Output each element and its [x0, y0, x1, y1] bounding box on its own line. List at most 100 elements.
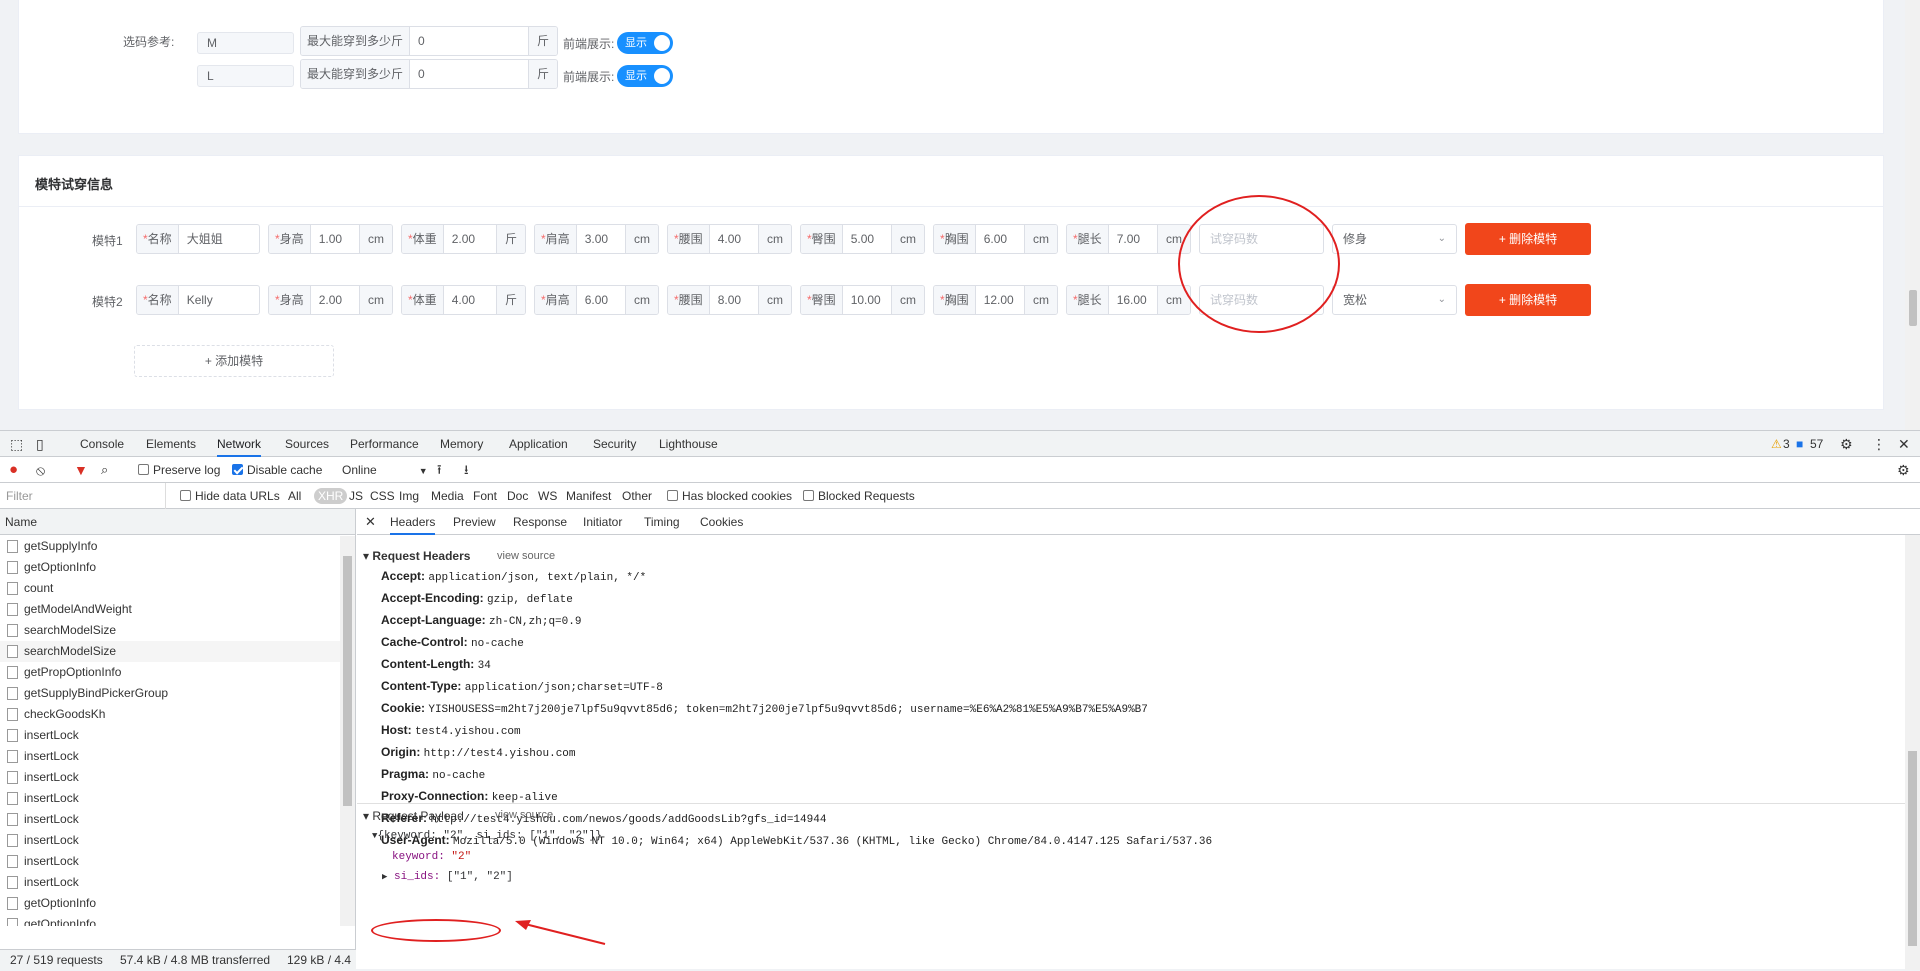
request-row[interactable]: insertLock	[0, 725, 340, 746]
model-field-input[interactable]: *腰围 8.00 cm	[667, 285, 792, 315]
request-row[interactable]: insertLock	[0, 830, 340, 851]
tab-console[interactable]: Console	[80, 431, 124, 457]
model-field-input[interactable]: *肩高 6.00 cm	[534, 285, 659, 315]
model-field-input[interactable]: *体重 2.00 斤	[401, 224, 526, 254]
filter-type-manifest[interactable]: Manifest	[566, 483, 611, 509]
request-header-row[interactable]: Pragma: no-cache	[381, 767, 485, 782]
request-row[interactable]: getModelAndWeight	[0, 599, 340, 620]
request-header-row[interactable]: Host: test4.yishou.com	[381, 723, 521, 738]
message-icon[interactable]: ■	[1796, 431, 1803, 457]
model-field-input[interactable]: *臀围 10.00 cm	[800, 285, 925, 315]
request-header-row[interactable]: Accept-Language: zh-CN,zh;q=0.9	[381, 613, 581, 628]
name-column-header[interactable]: Name	[0, 509, 355, 535]
tab-initiator[interactable]: Initiator	[583, 509, 622, 535]
display-toggle-l[interactable]: 显示	[617, 65, 673, 87]
tab-sources[interactable]: Sources	[285, 431, 329, 457]
request-row[interactable]: getPropOptionInfo	[0, 662, 340, 683]
request-row[interactable]: searchModelSize	[0, 620, 340, 641]
payload-si-ids[interactable]: ▶ si_ids: ["1", "2"]	[382, 871, 513, 883]
request-row[interactable]: getOptionInfo	[0, 914, 340, 926]
settings-gear-icon[interactable]: ⚙	[1840, 431, 1853, 457]
filter-type-font[interactable]: Font	[473, 483, 497, 509]
request-row[interactable]: checkGoodsKh	[0, 704, 340, 725]
hide-data-urls-checkbox[interactable]: Hide data URLs	[180, 483, 280, 509]
filter-type-img[interactable]: Img	[399, 483, 419, 509]
model-field-input[interactable]: *体重 4.00 斤	[401, 285, 526, 315]
tab-security[interactable]: Security	[593, 431, 636, 457]
tab-timing[interactable]: Timing	[644, 509, 680, 535]
device-toggle-icon[interactable]: ▯	[36, 431, 44, 457]
model-field-input[interactable]: *名称 Kelly	[136, 285, 260, 315]
request-row[interactable]: insertLock	[0, 809, 340, 830]
view-source-link[interactable]: view source	[495, 809, 553, 821]
request-row[interactable]: searchModelSize	[0, 641, 340, 662]
filter-type-all[interactable]: All	[288, 483, 301, 509]
has-blocked-cookies-checkbox[interactable]: Has blocked cookies	[667, 483, 792, 509]
filter-type-js[interactable]: JS	[349, 483, 363, 509]
more-menu-icon[interactable]: ⋮	[1872, 431, 1886, 457]
warning-count[interactable]: 3	[1783, 431, 1790, 457]
filter-input[interactable]: Filter	[6, 483, 166, 509]
request-list-scrollbar[interactable]	[340, 536, 355, 926]
model-field-input[interactable]: *肩高 3.00 cm	[534, 224, 659, 254]
close-detail-icon[interactable]: ✕	[365, 509, 376, 535]
max-weight-input-l[interactable]: 最大能穿到多少斤 0 斤	[300, 59, 558, 89]
tab-network[interactable]: Network	[217, 431, 262, 457]
model-field-input[interactable]: *臀围 5.00 cm	[800, 224, 925, 254]
request-header-row[interactable]: Accept: application/json, text/plain, */…	[381, 569, 646, 584]
add-model-button[interactable]: + 添加模特	[134, 345, 334, 377]
request-row[interactable]: insertLock	[0, 767, 340, 788]
request-row[interactable]: insertLock	[0, 851, 340, 872]
detail-scrollbar[interactable]	[1905, 535, 1920, 970]
request-header-row[interactable]: Content-Length: 34	[381, 657, 491, 672]
request-row[interactable]: getSupplyBindPickerGroup	[0, 683, 340, 704]
tab-memory[interactable]: Memory	[440, 431, 483, 457]
model-field-input[interactable]: *腿长 16.00 cm	[1066, 285, 1191, 315]
search-icon[interactable]: ⌕	[101, 457, 108, 483]
max-weight-input-m[interactable]: 最大能穿到多少斤 0 斤	[300, 26, 558, 56]
close-icon[interactable]: ✕	[1898, 431, 1910, 457]
payload-keyword[interactable]: keyword: "2"	[392, 851, 471, 863]
request-row[interactable]: getOptionInfo	[0, 893, 340, 914]
filter-type-xhr[interactable]: XHR	[314, 483, 348, 509]
request-header-row[interactable]: Proxy-Connection: keep-alive	[381, 789, 558, 804]
tab-response[interactable]: Response	[513, 509, 567, 535]
tab-performance[interactable]: Performance	[350, 431, 419, 457]
request-headers-section[interactable]: ▾ Request Headers	[363, 549, 470, 563]
export-har-icon[interactable]: ⭳	[464, 457, 469, 483]
request-header-row[interactable]: Origin: http://test4.yishou.com	[381, 745, 576, 760]
request-header-row[interactable]: Cache-Control: no-cache	[381, 635, 524, 650]
tab-lighthouse[interactable]: Lighthouse	[659, 431, 718, 457]
message-count[interactable]: 57	[1810, 431, 1823, 457]
inspect-icon[interactable]: ⬚	[10, 431, 23, 457]
delete-model-button[interactable]: + 删除模特	[1465, 284, 1591, 316]
blocked-requests-checkbox[interactable]: Blocked Requests	[803, 483, 915, 509]
page-scrollbar[interactable]	[1905, 0, 1920, 430]
request-header-row[interactable]: Accept-Encoding: gzip, deflate	[381, 591, 573, 606]
tab-cookies[interactable]: Cookies	[700, 509, 743, 535]
model-field-input[interactable]: *名称 大姐姐	[136, 224, 260, 254]
tab-application[interactable]: Application	[509, 431, 568, 457]
filter-type-other[interactable]: Other	[622, 483, 652, 509]
import-har-icon[interactable]: ⭱	[437, 457, 442, 483]
record-icon[interactable]: ●	[9, 457, 18, 483]
filter-type-css[interactable]: CSS	[370, 483, 395, 509]
request-row[interactable]: getSupplyInfo	[0, 536, 340, 557]
fit-select[interactable]: 修身 ⌄	[1332, 224, 1457, 254]
delete-model-button[interactable]: + 删除模特	[1465, 223, 1591, 255]
throttle-select[interactable]: Online ▼	[342, 457, 428, 483]
network-settings-gear-icon[interactable]: ⚙	[1897, 457, 1910, 483]
filter-type-doc[interactable]: Doc	[507, 483, 528, 509]
request-row[interactable]: insertLock	[0, 788, 340, 809]
request-header-row[interactable]: Cookie: YISHOUSESS=m2ht7j200je7lpf5u9qvv…	[381, 701, 1148, 716]
clear-icon[interactable]: ⦸	[36, 457, 45, 483]
payload-root[interactable]: ▼{keyword: "2", si_ids: ["1", "2"]}	[372, 830, 602, 842]
request-row[interactable]: insertLock	[0, 746, 340, 767]
tab-elements[interactable]: Elements	[146, 431, 196, 457]
model-field-input[interactable]: *腰围 4.00 cm	[667, 224, 792, 254]
filter-icon[interactable]: ▼	[74, 457, 88, 483]
filter-type-media[interactable]: Media	[431, 483, 464, 509]
display-toggle-m[interactable]: 显示	[617, 32, 673, 54]
filter-type-ws[interactable]: WS	[538, 483, 557, 509]
request-row[interactable]: getOptionInfo	[0, 557, 340, 578]
